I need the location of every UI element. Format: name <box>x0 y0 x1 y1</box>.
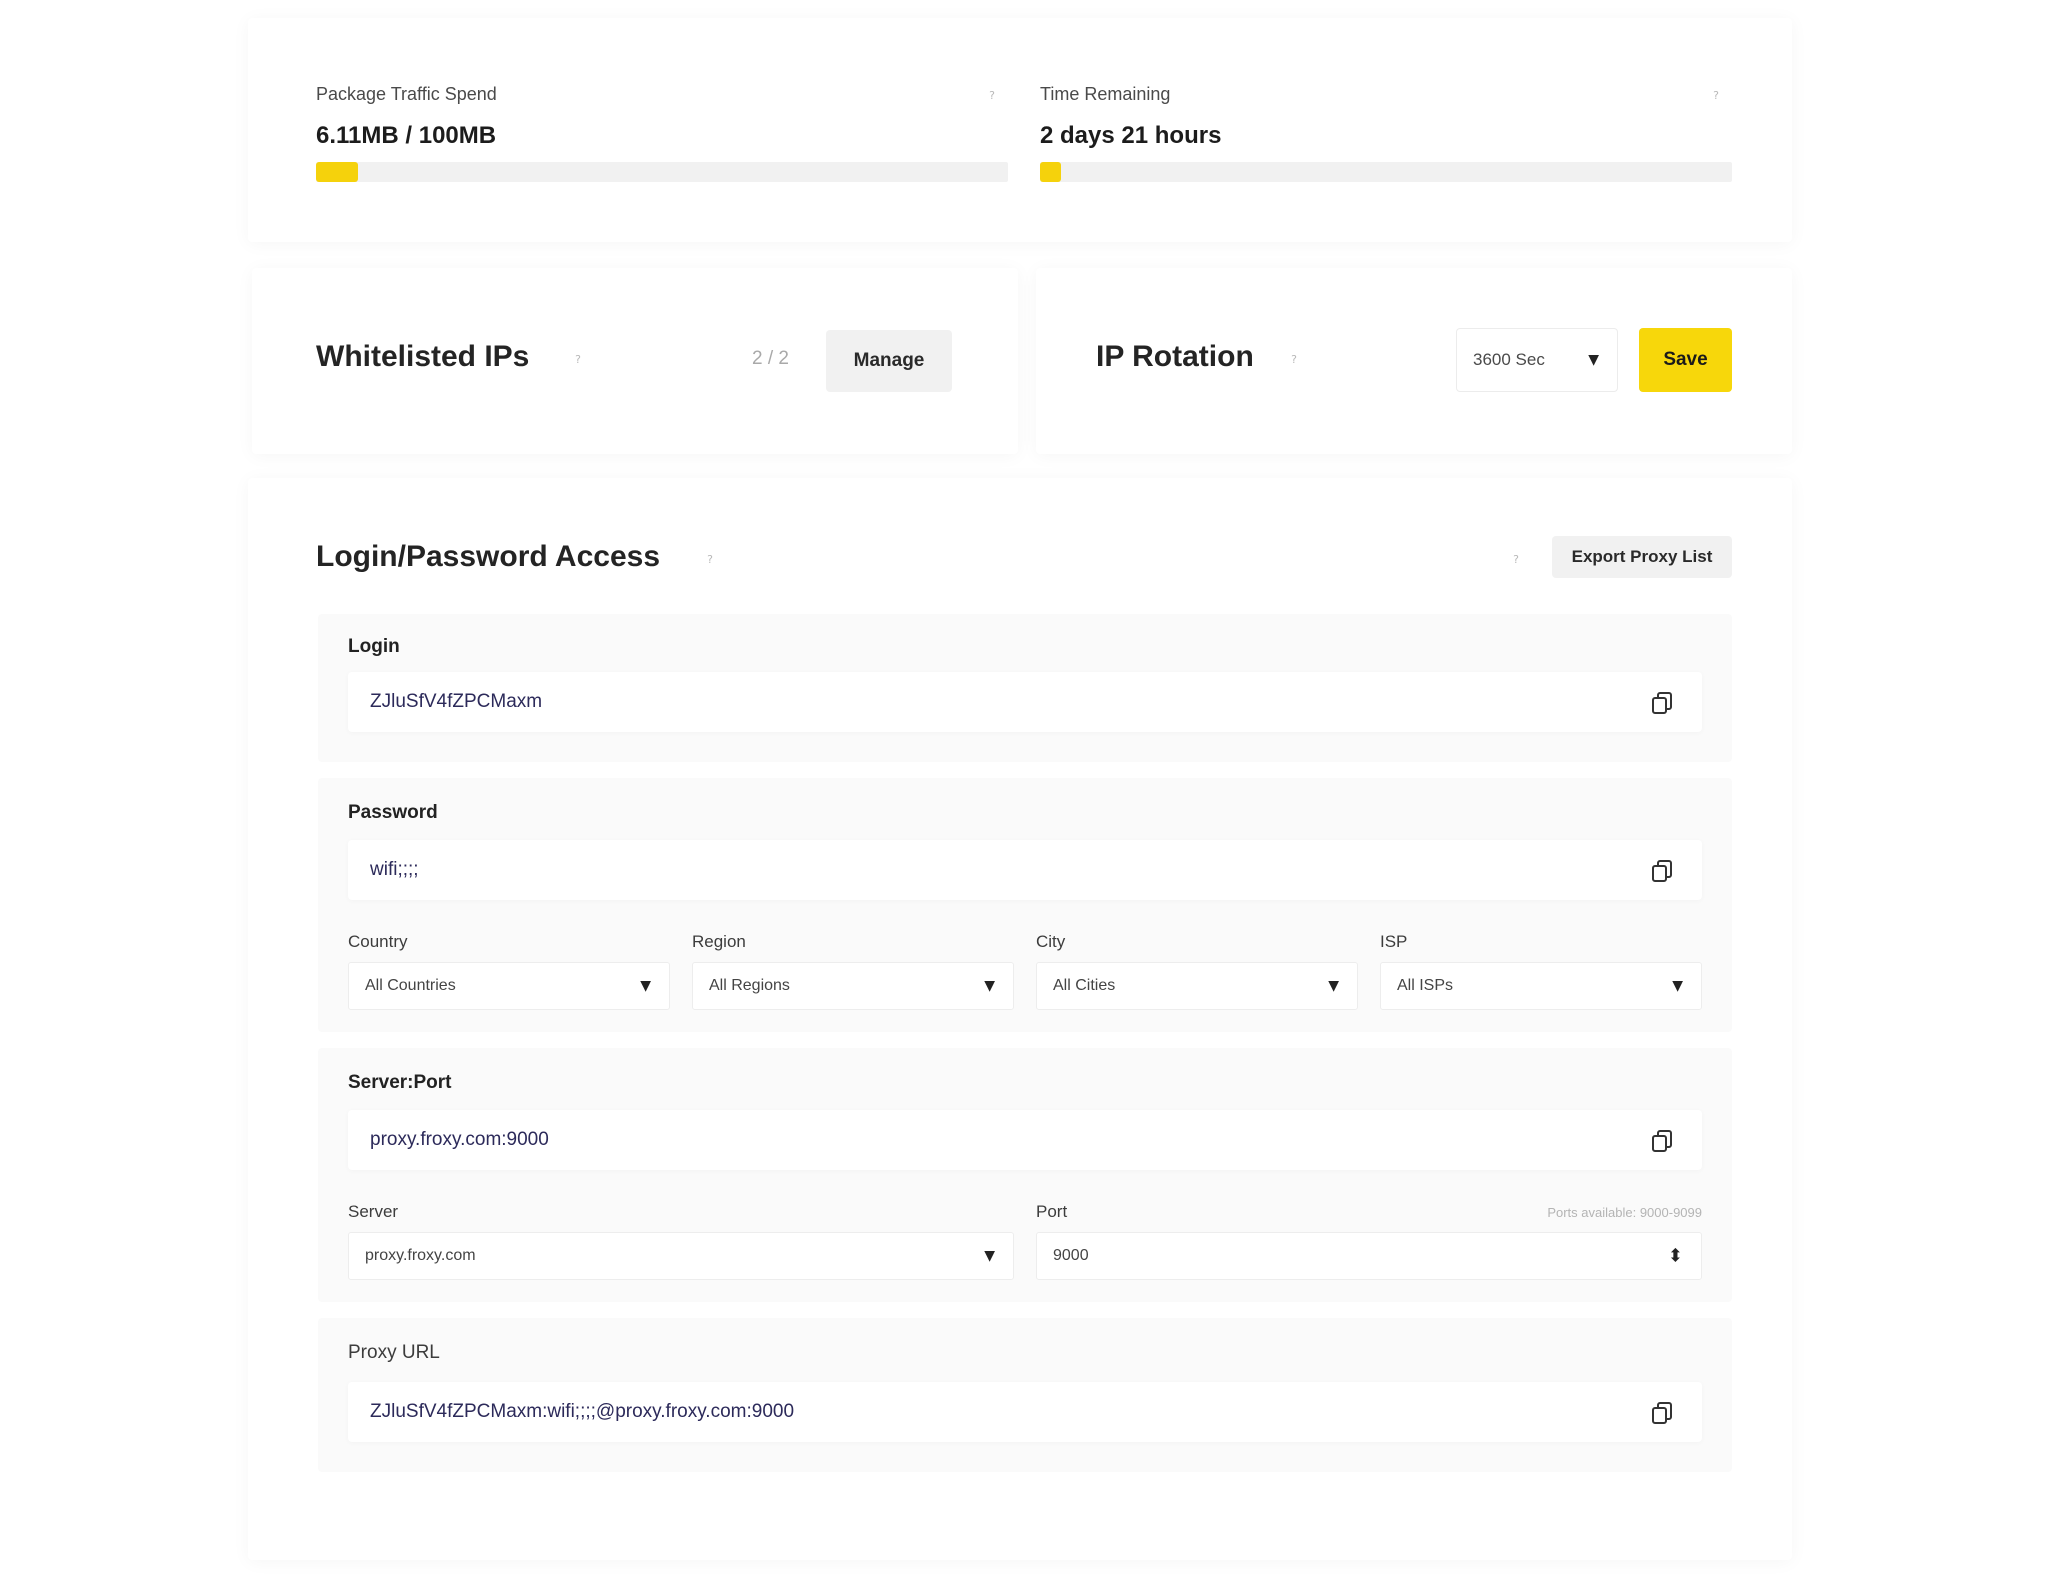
chevron-down-icon: ▼ <box>1328 978 1339 994</box>
whitelisted-count: 2 / 2 <box>752 348 789 369</box>
traffic-progress-fill <box>316 162 359 182</box>
region-select[interactable]: All Regions ▼ <box>692 962 1014 1010</box>
port-input[interactable]: 9000 ⬍ <box>1036 1232 1702 1280</box>
chevron-down-icon: ▼ <box>1672 978 1683 994</box>
stepper-icon[interactable]: ⬍ <box>1668 1246 1683 1267</box>
country-select[interactable]: All Countries ▼ <box>348 962 670 1010</box>
isp-select[interactable]: All ISPs ▼ <box>1380 962 1702 1010</box>
time-progress-fill <box>1040 162 1061 182</box>
city-value: All Cities <box>1053 977 1116 994</box>
password-group: Password wifi;;;; Country All Countries … <box>318 778 1732 1032</box>
isp-value: All ISPs <box>1397 977 1454 994</box>
copy-icon[interactable] <box>1650 859 1674 883</box>
ports-available-hint: Ports available: 9000-9099 <box>1547 1205 1702 1220</box>
time-remaining-value: 2 days 21 hours <box>1040 122 1222 149</box>
time-remaining-label: Time Remaining <box>1040 84 1171 104</box>
manage-button[interactable]: Manage <box>826 330 952 392</box>
rotation-interval-select[interactable]: 3600 Sec ▼ <box>1456 328 1618 392</box>
chevron-down-icon: ▼ <box>984 978 995 994</box>
city-select[interactable]: All Cities ▼ <box>1036 962 1358 1010</box>
question-mark-icon[interactable]: ? <box>1708 88 1724 104</box>
server-select[interactable]: proxy.froxy.com ▼ <box>348 1232 1014 1280</box>
login-group: Login ZJluSfV4fZPCMaxm <box>318 614 1732 762</box>
ip-rotation-title: IP Rotation <box>1096 340 1254 373</box>
proxy-url-field[interactable]: ZJluSfV4fZPCMaxm:wifi;;;;@proxy.froxy.co… <box>348 1382 1702 1442</box>
copy-icon[interactable] <box>1650 1129 1674 1153</box>
question-mark-icon[interactable]: ? <box>570 352 586 368</box>
save-button[interactable]: Save <box>1639 328 1732 392</box>
traffic-label: Package Traffic Spend <box>316 84 497 104</box>
export-proxy-list-button[interactable]: Export Proxy List <box>1552 536 1732 578</box>
city-label: City <box>1036 932 1066 951</box>
rotation-interval-value: 3600 Sec <box>1473 350 1545 369</box>
question-mark-icon[interactable]: ? <box>984 88 1000 104</box>
country-value: All Countries <box>365 977 456 994</box>
password-field[interactable]: wifi;;;; <box>348 840 1702 900</box>
login-label: Login <box>348 636 400 657</box>
server-port-group: Server:Port proxy.froxy.com:9000 Server … <box>318 1048 1732 1302</box>
ip-rotation-panel: IP Rotation ? 3600 Sec ▼ Save <box>1036 268 1792 454</box>
server-port-value: proxy.froxy.com:9000 <box>370 1129 549 1150</box>
question-mark-icon[interactable]: ? <box>702 552 718 568</box>
access-title: Login/Password Access <box>316 540 661 573</box>
password-value: wifi;;;; <box>370 859 419 880</box>
proxy-url-label: Proxy URL <box>348 1342 440 1363</box>
login-field[interactable]: ZJluSfV4fZPCMaxm <box>348 672 1702 732</box>
server-label: Server <box>348 1202 399 1221</box>
login-value: ZJluSfV4fZPCMaxm <box>370 691 543 712</box>
server-value: proxy.froxy.com <box>365 1247 476 1264</box>
port-label: Port <box>1036 1202 1068 1221</box>
whitelisted-ips-title: Whitelisted IPs <box>316 340 530 373</box>
server-port-label: Server:Port <box>348 1072 452 1093</box>
password-label: Password <box>348 802 438 823</box>
copy-icon[interactable] <box>1650 691 1674 715</box>
question-mark-icon[interactable]: ? <box>1508 552 1524 568</box>
traffic-progress-bar <box>316 162 1008 182</box>
chevron-down-icon: ▼ <box>984 1248 995 1264</box>
chevron-down-icon: ▼ <box>1588 352 1599 368</box>
copy-icon[interactable] <box>1650 1401 1674 1425</box>
country-label: Country <box>348 932 408 951</box>
question-mark-icon[interactable]: ? <box>1286 352 1302 368</box>
proxy-url-value: ZJluSfV4fZPCMaxm:wifi;;;;@proxy.froxy.co… <box>370 1401 795 1422</box>
region-label: Region <box>692 932 746 951</box>
usage-panel: Package Traffic Spend ? 6.11MB / 100MB T… <box>248 18 1792 242</box>
traffic-value: 6.11MB / 100MB <box>316 122 497 149</box>
port-value: 9000 <box>1053 1247 1089 1264</box>
isp-label: ISP <box>1380 932 1408 951</box>
proxy-url-group: Proxy URL ZJluSfV4fZPCMaxm:wifi;;;;@prox… <box>318 1318 1732 1472</box>
login-password-access-panel: Login/Password Access ? ? Export Proxy L… <box>248 478 1792 1560</box>
server-port-field[interactable]: proxy.froxy.com:9000 <box>348 1110 1702 1170</box>
chevron-down-icon: ▼ <box>640 978 651 994</box>
region-value: All Regions <box>709 977 790 994</box>
time-progress-bar <box>1040 162 1732 182</box>
whitelisted-ips-panel: Whitelisted IPs ? 2 / 2 Manage <box>252 268 1018 454</box>
